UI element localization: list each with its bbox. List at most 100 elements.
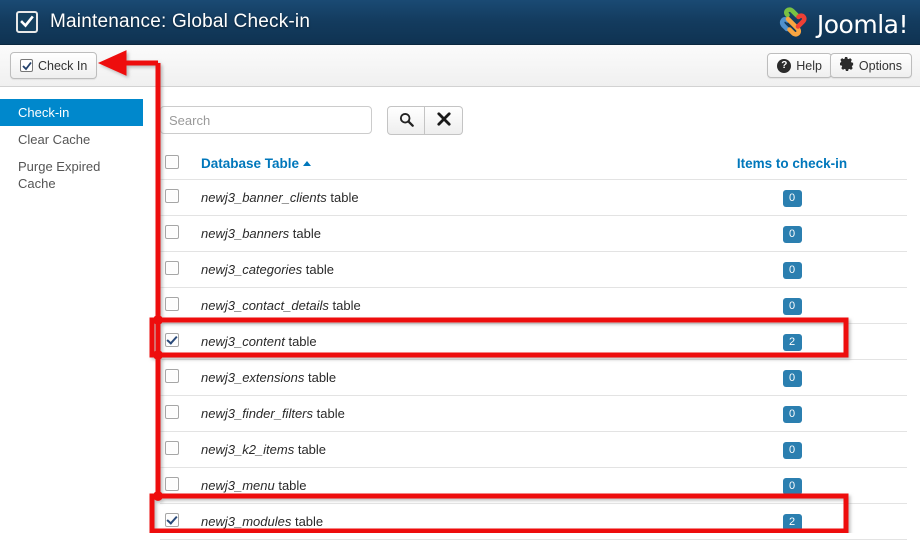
items-count-cell: 2 [677, 323, 907, 360]
table-row[interactable]: newj3_banners table 0 [160, 215, 907, 252]
table-name-suffix: table [284, 334, 317, 349]
table-row[interactable]: newj3_modules table 2 [160, 503, 907, 540]
table-name-label: newj3_banner_clients table [201, 190, 359, 205]
sidebar-item-check-in[interactable]: Check-in [0, 99, 143, 126]
column-header-label: Database Table [201, 156, 300, 171]
row-select-cell [160, 395, 201, 432]
items-count-badge: 0 [782, 189, 802, 207]
table-name-label: newj3_menu table [201, 478, 307, 493]
items-count-badge: 0 [782, 405, 802, 423]
row-checkbox[interactable] [165, 513, 179, 527]
row-checkbox[interactable] [165, 297, 179, 311]
items-count-cell: 2 [677, 503, 907, 540]
table-header: Database Table Items to check-in [160, 148, 907, 180]
table-name-suffix: table [304, 370, 337, 385]
table-name-label: newj3_k2_items table [201, 442, 327, 457]
check-in-button[interactable]: Check In [10, 52, 98, 79]
table-name-suffix: table [302, 262, 334, 277]
table-header-row: Database Table Items to check-in [160, 148, 907, 180]
items-count-cell: 0 [677, 395, 907, 432]
options-button[interactable]: Options [829, 53, 912, 78]
table-row[interactable]: newj3_categories table 0 [160, 251, 907, 288]
table-name-label: newj3_contact_details table [201, 298, 361, 313]
app-header: Maintenance: Global Check-in Joomla! [0, 0, 920, 45]
column-header-database-table[interactable]: Database Table [201, 148, 677, 180]
row-select-cell [160, 251, 201, 288]
check-in-button-label: Check In [38, 58, 88, 73]
table-name-label: newj3_extensions table [201, 370, 337, 385]
items-count-cell: 0 [677, 215, 907, 252]
table-name-cell: newj3_banner_clients table [201, 179, 677, 216]
table-name-cell: newj3_content table [201, 323, 677, 360]
table-name-label: newj3_finder_filters table [201, 406, 345, 421]
cross-icon [436, 112, 451, 129]
items-count-badge: 0 [782, 441, 802, 459]
table-name-label: newj3_modules table [201, 514, 324, 529]
table-name-label: newj3_banners table [201, 226, 321, 241]
table-row[interactable]: newj3_k2_items table 0 [160, 431, 907, 468]
table-name-cell: newj3_k2_items table [201, 431, 677, 468]
sidebar-item-purge-expired-cache[interactable]: Purge Expired Cache [0, 153, 147, 197]
table-body: newj3_banner_clients table 0 newj3_banners… [160, 179, 907, 540]
row-checkbox[interactable] [165, 405, 179, 419]
sort-ascending-icon [303, 161, 312, 166]
row-select-cell [160, 467, 201, 504]
row-checkbox[interactable] [165, 333, 179, 347]
search-submit-button[interactable] [387, 106, 425, 135]
table-name-suffix: table [289, 226, 321, 241]
table-name-cell: newj3_categories table [201, 251, 677, 288]
column-header-items-to-check-in[interactable]: Items to check-in [677, 148, 907, 180]
table-name-label: newj3_content table [201, 334, 317, 349]
table-row[interactable]: newj3_banner_clients table 0 [160, 179, 907, 216]
select-all-checkbox[interactable] [165, 155, 179, 169]
row-select-cell [160, 215, 201, 252]
help-button-label: Help [796, 58, 822, 73]
row-checkbox[interactable] [165, 369, 179, 383]
row-select-cell [160, 179, 201, 216]
row-checkbox[interactable] [165, 261, 179, 275]
items-count-cell: 0 [677, 467, 907, 504]
table-name-label: newj3_categories table [201, 262, 334, 277]
table-name-suffix: table [326, 190, 359, 205]
table-name-suffix: table [274, 478, 307, 493]
joomla-brand[interactable]: Joomla! [776, 6, 909, 43]
table-name-suffix: table [313, 406, 345, 421]
table-row[interactable]: newj3_finder_filters table 0 [160, 395, 907, 432]
table-row[interactable]: newj3_menu table 0 [160, 467, 907, 504]
table-row[interactable]: newj3_content table 2 [160, 323, 907, 360]
sidebar-item-clear-cache[interactable]: Clear Cache [0, 126, 147, 153]
sidebar-item-label: Check-in [18, 105, 70, 120]
table-name-suffix: table [291, 514, 324, 529]
help-button[interactable]: ? Help [767, 53, 832, 78]
joomla-logo-icon [776, 6, 810, 43]
row-checkbox[interactable] [165, 225, 179, 239]
table-name-cell: newj3_finder_filters table [201, 395, 677, 432]
row-select-cell [160, 431, 201, 468]
sidebar: Check-in Clear Cache Purge Expired Cache [0, 87, 147, 533]
checkbox-icon [20, 59, 33, 72]
row-checkbox[interactable] [165, 441, 179, 455]
table-name-cell: newj3_menu table [201, 467, 677, 504]
sidebar-item-label: Clear Cache [18, 132, 91, 147]
items-count-cell: 0 [677, 179, 907, 216]
table-name-suffix: table [294, 442, 327, 457]
row-select-cell [160, 287, 201, 324]
items-count-badge: 0 [782, 297, 802, 315]
row-checkbox[interactable] [165, 189, 179, 203]
table-row[interactable]: newj3_extensions table 0 [160, 359, 907, 396]
main-panel: Database Table Items to check-in newj3_b… [147, 87, 920, 540]
table-name-cell: newj3_modules table [201, 503, 677, 540]
checkbox-check-icon [16, 11, 38, 33]
table-name-cell: newj3_extensions table [201, 359, 677, 396]
items-count-cell: 0 [677, 359, 907, 396]
row-select-cell [160, 323, 201, 360]
table-row[interactable]: newj3_contact_details table 0 [160, 287, 907, 324]
table-name-cell: newj3_banners table [201, 215, 677, 252]
search-input[interactable] [160, 106, 372, 134]
search-clear-button[interactable] [425, 106, 463, 135]
gear-icon [839, 57, 854, 74]
sidebar-item-label: Purge Expired Cache [18, 159, 101, 191]
search-button-group [387, 106, 463, 135]
row-checkbox[interactable] [165, 477, 179, 491]
items-count-badge: 0 [782, 369, 802, 387]
